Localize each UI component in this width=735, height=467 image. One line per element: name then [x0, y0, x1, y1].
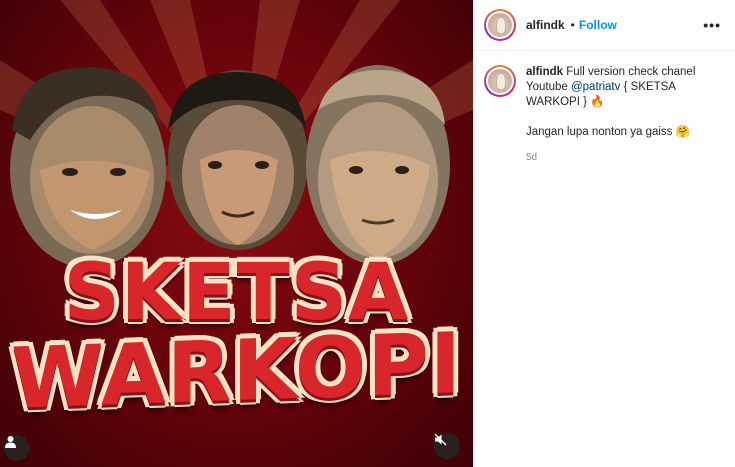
author-username[interactable]: alfindk — [526, 18, 565, 32]
speaker-muted-icon — [434, 433, 447, 446]
mute-button[interactable] — [434, 433, 460, 459]
user-tags-button[interactable] — [4, 435, 30, 461]
post-media[interactable]: SKETSA WARKOPI — [0, 0, 473, 467]
media-title-line-2: WARKOPI — [10, 314, 463, 428]
caption-body: alfindk Full version check chanel Youtub… — [526, 65, 706, 165]
caption-comment: alfindk Full version check chanel Youtub… — [474, 51, 735, 165]
more-options-icon[interactable]: ••• — [703, 17, 721, 33]
post-sidebar: alfindk • Follow ••• alfindk Full versio… — [473, 0, 735, 467]
post-header: alfindk • Follow ••• — [474, 0, 735, 51]
face-right — [306, 65, 450, 265]
caption-username[interactable]: alfindk — [526, 66, 563, 78]
post-dialog: SKETSA WARKOPI alfindk • Follow ••• alfi… — [0, 0, 735, 467]
caption-mention-link[interactable]: @patriatv — [571, 81, 620, 93]
person-icon — [5, 436, 16, 448]
face-middle — [168, 70, 308, 250]
separator-dot: • — [570, 18, 575, 32]
follow-button[interactable]: Follow — [579, 18, 617, 32]
caption-timestamp[interactable]: 5d — [526, 150, 706, 165]
face-left — [10, 67, 166, 268]
caption-second-line: Jangan lupa nonton ya gaiss 🤗 — [526, 126, 690, 138]
author-avatar[interactable] — [484, 9, 516, 41]
caption-avatar[interactable] — [484, 65, 516, 97]
